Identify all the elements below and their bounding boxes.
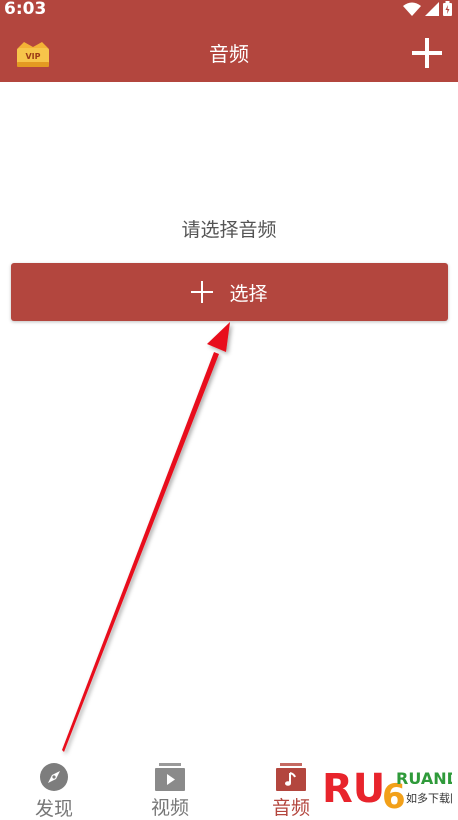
- annotation-arrow-icon: [62, 322, 230, 752]
- watermark-logo: RU 6 RUANDAO 如多下载网: [322, 766, 452, 816]
- watermark-brand: RUANDAO: [396, 769, 452, 788]
- signal-icon: [425, 1, 439, 16]
- add-button[interactable]: [410, 36, 444, 70]
- select-button-label: 选择: [229, 282, 268, 305]
- nav-item-discover[interactable]: 发现: [0, 758, 108, 820]
- nav-label: 视频: [150, 797, 189, 819]
- nav-label: 音频: [271, 797, 310, 819]
- video-icon: [155, 762, 185, 791]
- select-audio-button[interactable]: 选择: [11, 263, 448, 321]
- nav-label: 发现: [34, 798, 73, 820]
- compass-icon: [40, 763, 68, 791]
- music-icon: [276, 762, 306, 791]
- nav-item-video[interactable]: 视频: [108, 758, 232, 820]
- plus-icon: [191, 281, 214, 303]
- wifi-icon: [403, 2, 421, 16]
- page-title: 音频: [209, 42, 249, 66]
- status-time: 6:03: [4, 0, 47, 19]
- status-icons: [403, 1, 452, 16]
- plus-icon: [412, 38, 442, 68]
- watermark-subtitle: 如多下载网: [406, 791, 452, 805]
- app-header: 6:03 VIP 音频: [0, 0, 458, 82]
- battery-icon: [443, 1, 452, 16]
- svg-text:RU: RU: [322, 766, 385, 812]
- select-audio-prompt: 请选择音频: [181, 219, 277, 241]
